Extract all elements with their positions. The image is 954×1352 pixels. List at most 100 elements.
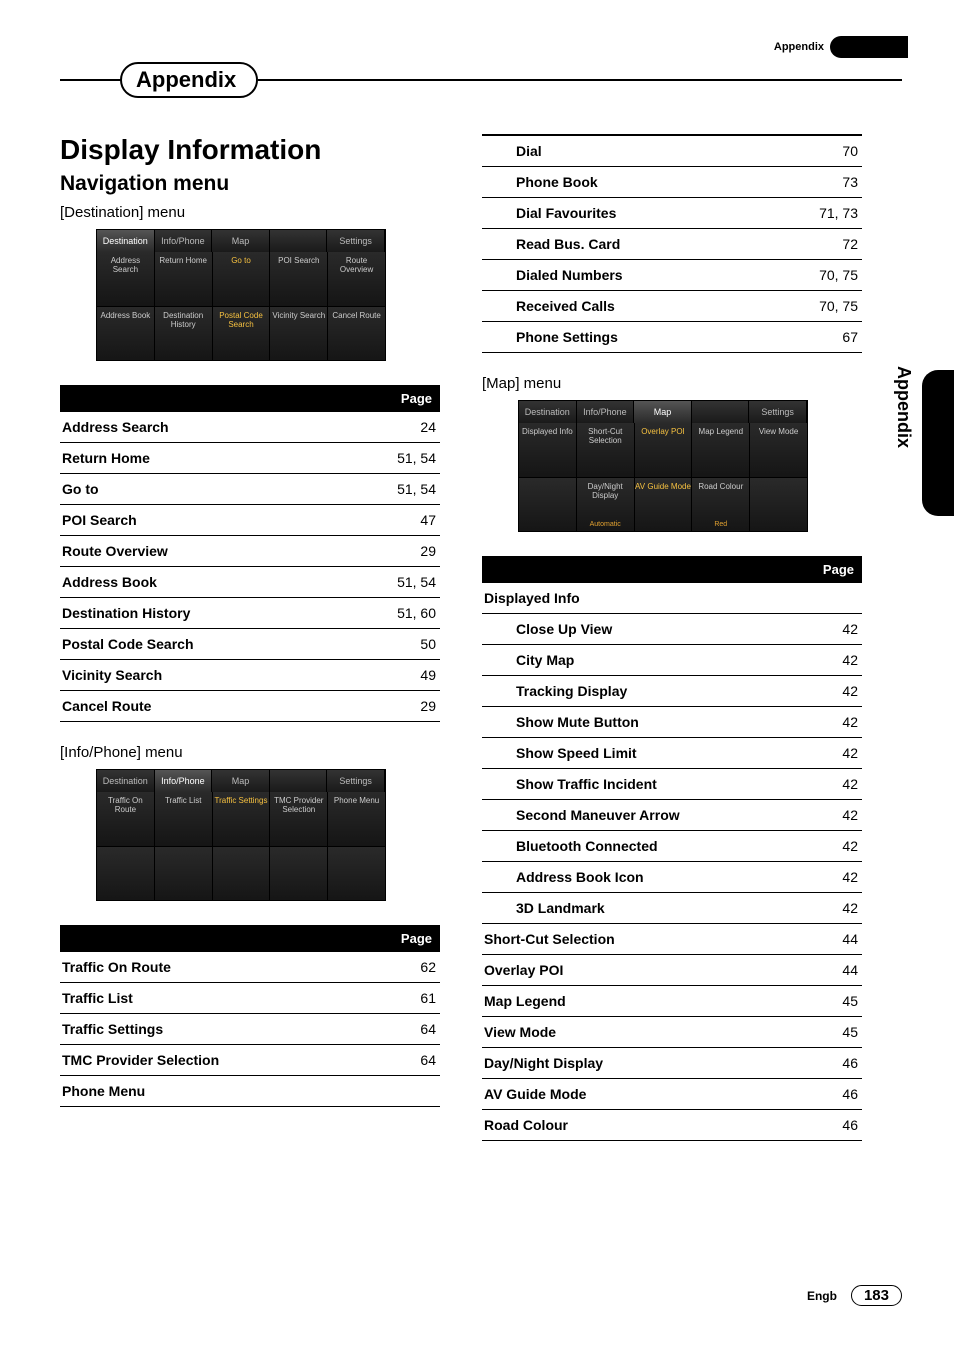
table-header-page: Page	[370, 385, 440, 412]
table-row: City Map42	[482, 645, 862, 676]
row-label: View Mode	[482, 1017, 792, 1048]
footer-lang: Engb	[807, 1289, 837, 1303]
device-cell: View Mode	[750, 423, 807, 477]
row-label: Go to	[60, 474, 370, 505]
table-row: Traffic On Route62	[60, 952, 440, 983]
table-row: Day/Night Display46	[482, 1048, 862, 1079]
header-right: Appendix	[774, 36, 908, 58]
row-page	[370, 1076, 440, 1107]
device-tab: Map	[212, 230, 270, 252]
device-tab: Info/Phone	[155, 770, 213, 792]
device-cell: Destination History	[155, 307, 212, 361]
section-tab-label: Appendix	[120, 62, 258, 98]
table-header-empty	[482, 556, 792, 583]
infophone-screenshot: DestinationInfo/PhoneMapSettings Traffic…	[96, 769, 386, 901]
device-tab: Map	[212, 770, 270, 792]
device-cell: Day/Night DisplayAutomatic	[577, 478, 634, 532]
device-tab: Settings	[749, 401, 807, 423]
row-page: 42	[792, 769, 862, 800]
device-cell: Address Search	[97, 252, 154, 306]
table-row: Show Speed Limit42	[482, 738, 862, 769]
table-row: Map Legend45	[482, 986, 862, 1017]
row-label: 3D Landmark	[482, 893, 792, 924]
table-row: Vicinity Search49	[60, 660, 440, 691]
row-label: Traffic On Route	[60, 952, 370, 983]
row-label: Read Bus. Card	[482, 229, 772, 260]
row-label: Destination History	[60, 598, 370, 629]
row-page: 73	[772, 167, 862, 198]
device-cell: Return Home	[155, 252, 212, 306]
destination-screenshot: DestinationInfo/PhoneMapSettings Address…	[96, 229, 386, 361]
table-row: Route Overview29	[60, 536, 440, 567]
table-header-page: Page	[370, 925, 440, 952]
infophone-heading: [Info/Phone] menu	[60, 744, 440, 761]
table-row: Tracking Display42	[482, 676, 862, 707]
map-screenshot: DestinationInfo/PhoneMapSettings Display…	[518, 400, 808, 532]
table-row: Dialed Numbers70, 75	[482, 260, 862, 291]
row-label: Dial	[482, 135, 772, 167]
row-label: Displayed Info	[482, 583, 792, 614]
device-cell	[519, 478, 576, 532]
row-label: Cancel Route	[60, 691, 370, 722]
row-page: 42	[792, 862, 862, 893]
row-label: Vicinity Search	[60, 660, 370, 691]
section-tab-lead	[60, 79, 122, 81]
row-page: 42	[792, 676, 862, 707]
device-tab: Settings	[327, 770, 385, 792]
map-table: Page Displayed InfoClose Up View42City M…	[482, 556, 862, 1141]
destination-heading: [Destination] menu	[60, 204, 440, 221]
row-label: Short-Cut Selection	[482, 924, 792, 955]
left-column: Display Information Navigation menu [Des…	[60, 134, 440, 1163]
device-tab: Info/Phone	[155, 230, 213, 252]
row-page: 70	[772, 135, 862, 167]
table-row: Traffic List61	[60, 983, 440, 1014]
header-appendix-label: Appendix	[774, 41, 824, 53]
page-title: Display Information	[60, 134, 440, 166]
row-label: City Map	[482, 645, 792, 676]
device-cell: Overlay POI	[635, 423, 692, 477]
row-page: 42	[792, 738, 862, 769]
row-page: 51, 54	[370, 474, 440, 505]
table-row: Close Up View42	[482, 614, 862, 645]
device-cell: Go to	[213, 252, 270, 306]
row-page: 44	[792, 955, 862, 986]
row-page: 70, 75	[772, 260, 862, 291]
row-page: 42	[792, 707, 862, 738]
row-label: Overlay POI	[482, 955, 792, 986]
map-heading: [Map] menu	[482, 375, 862, 392]
device-tab	[270, 230, 328, 252]
row-label: AV Guide Mode	[482, 1079, 792, 1110]
side-appendix-text: Appendix	[893, 366, 914, 448]
row-label: Traffic Settings	[60, 1014, 370, 1045]
table-row: Destination History51, 60	[60, 598, 440, 629]
device-cell: Route Overview	[328, 252, 385, 306]
row-page: 24	[370, 412, 440, 443]
table-row: Address Search24	[60, 412, 440, 443]
row-page: 50	[370, 629, 440, 660]
footer-page-number: 183	[851, 1285, 902, 1306]
row-page: 47	[370, 505, 440, 536]
section-tab-tail	[258, 79, 902, 81]
row-label: Show Traffic Incident	[482, 769, 792, 800]
row-page: 29	[370, 536, 440, 567]
row-label: Bluetooth Connected	[482, 831, 792, 862]
row-label: Dialed Numbers	[482, 260, 772, 291]
row-page: 44	[792, 924, 862, 955]
table-row: View Mode45	[482, 1017, 862, 1048]
row-page	[792, 583, 862, 614]
device-tab	[692, 401, 750, 423]
table-row: Overlay POI44	[482, 955, 862, 986]
row-label: Show Mute Button	[482, 707, 792, 738]
device-cell	[97, 847, 154, 901]
table-row: Go to51, 54	[60, 474, 440, 505]
row-label: Address Book Icon	[482, 862, 792, 893]
device-tab: Map	[634, 401, 692, 423]
row-page: 71, 73	[772, 198, 862, 229]
row-label: Road Colour	[482, 1110, 792, 1141]
row-label: Map Legend	[482, 986, 792, 1017]
row-page: 42	[792, 645, 862, 676]
row-label: Show Speed Limit	[482, 738, 792, 769]
row-page: 29	[370, 691, 440, 722]
row-page: 46	[792, 1048, 862, 1079]
device-tab: Destination	[519, 401, 577, 423]
